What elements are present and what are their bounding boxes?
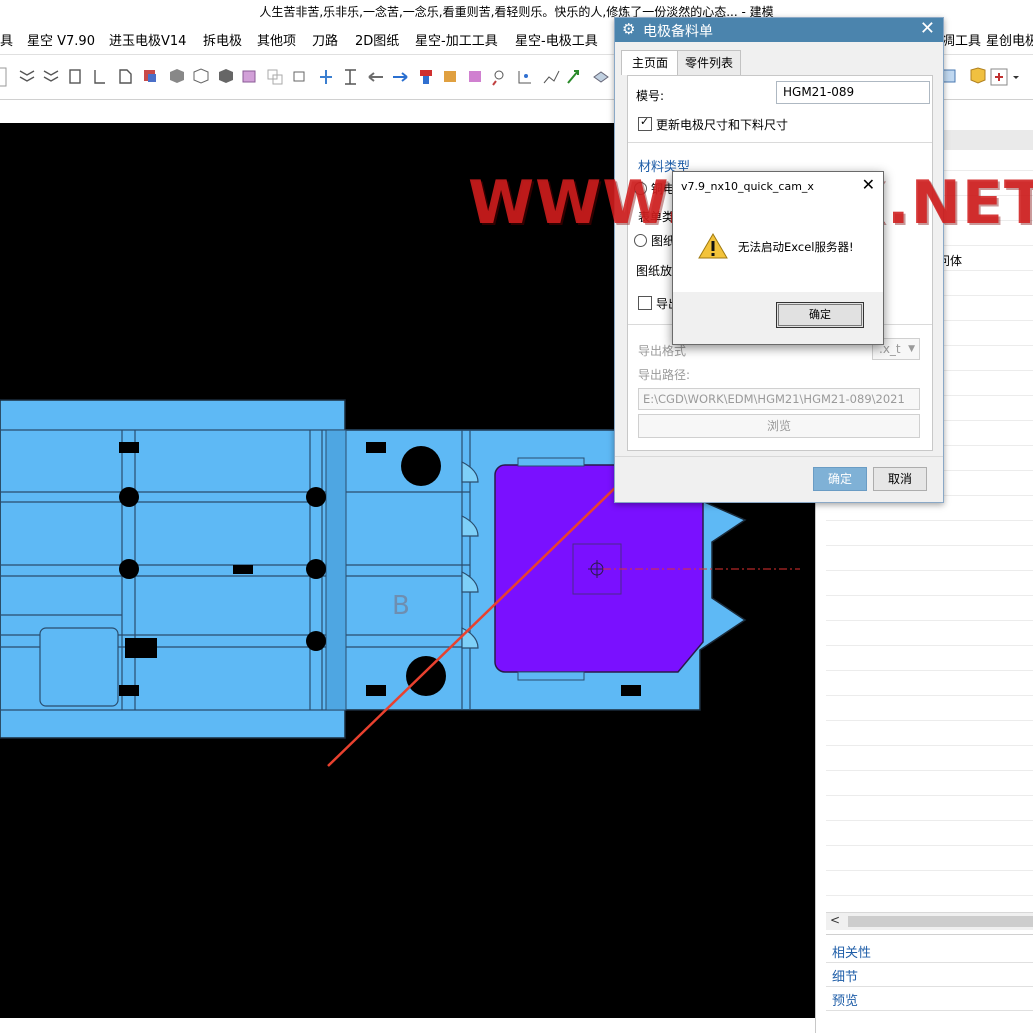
navigator-row[interactable]	[826, 500, 1033, 521]
navigator-row[interactable]	[826, 775, 1033, 796]
navigator-row[interactable]	[826, 600, 1033, 621]
menu-item-tools-right[interactable]: 凋工具	[942, 30, 981, 49]
menu-item-xingkong-v790[interactable]: 星空 V7.90	[27, 30, 95, 49]
navigator-row[interactable]	[826, 550, 1033, 571]
update-size-checkbox[interactable]: ✓	[638, 115, 652, 131]
form-type-section: 表单类	[638, 210, 675, 224]
dialog-cancel-button[interactable]: 取消	[873, 467, 927, 491]
toolbar-icons-right[interactable]	[933, 55, 1033, 99]
alert-ok-button[interactable]: 确定	[776, 302, 864, 328]
menu-item-split-electrode[interactable]: 拆电极	[203, 30, 242, 49]
panel-link-details[interactable]: 细节	[832, 966, 858, 985]
close-icon[interactable]: ✕	[920, 18, 935, 39]
alert-title: v7.9_nx10_quick_cam_x	[681, 180, 814, 193]
update-size-checkbox-label: 更新电极尺寸和下料尺寸	[656, 118, 789, 132]
checkmark-icon: ✓	[640, 115, 650, 128]
menu-item-2d-drawing[interactable]: 2D图纸	[355, 30, 399, 49]
navigator-row[interactable]	[826, 525, 1033, 546]
alert-message: 无法启动Excel服务器!	[738, 240, 854, 254]
part-letter-label: B	[392, 591, 410, 621]
chevron-down-icon: ▼	[908, 344, 915, 354]
mold-number-field[interactable]: HGM21-089	[776, 81, 930, 104]
panel-link-preview[interactable]: 预览	[832, 990, 858, 1009]
scroll-thumb[interactable]	[848, 916, 1033, 927]
menu-item-machining-tools[interactable]: 星空-加工工具	[415, 30, 498, 49]
scroll-left-arrow[interactable]: <	[830, 913, 840, 927]
navigator-row[interactable]	[826, 725, 1033, 746]
alert-close-icon[interactable]: ✕	[862, 175, 875, 194]
navigator-row[interactable]	[826, 650, 1033, 671]
dialog-title-bar[interactable]: ⚙ 电极备料单 ✕	[615, 18, 943, 42]
navigator-row[interactable]	[826, 800, 1033, 821]
horizontal-scrollbar[interactable]: <	[826, 912, 1033, 930]
menu-item-other[interactable]: 其他项	[257, 30, 296, 49]
menu-item-tools[interactable]: 具	[0, 30, 13, 49]
navigator-row[interactable]	[826, 875, 1033, 896]
export-checkbox[interactable]	[638, 296, 652, 310]
dialog-ok-button[interactable]: 确定	[813, 467, 867, 491]
navigator-row[interactable]	[826, 750, 1033, 771]
navigator-row[interactable]	[826, 700, 1033, 721]
gear-icon: ⚙	[622, 20, 636, 38]
browse-button[interactable]: 浏览	[638, 414, 920, 438]
navigator-row[interactable]	[826, 575, 1033, 596]
copper-radio[interactable]	[634, 182, 647, 195]
navigator-row[interactable]	[826, 850, 1033, 871]
export-path-label: 导出路径:	[638, 368, 691, 382]
menu-item-toolpath[interactable]: 刀路	[312, 30, 338, 49]
tab-main-page[interactable]: 主页面	[621, 50, 679, 75]
toolbar-icons-left[interactable]	[0, 55, 615, 99]
dialog-title: 电极备料单	[643, 24, 713, 40]
navigator-row[interactable]	[826, 625, 1033, 646]
menu-item-electrode-tools[interactable]: 星空-电极工具	[515, 30, 598, 49]
drawing-scale-label: 图纸放	[636, 264, 673, 278]
alert-footer: 确定	[673, 292, 883, 344]
drawing-radio[interactable]	[634, 234, 647, 247]
warning-icon	[698, 233, 728, 259]
panel-link-dependencies[interactable]: 相关性	[832, 942, 871, 961]
menu-item-jinyu-electrode[interactable]: 进玉电极V14	[109, 30, 186, 49]
tab-parts-list[interactable]: 零件列表	[677, 50, 741, 75]
excel-error-alert: v7.9_nx10_quick_cam_x ✕ 无法启动Excel服务器! 确定	[672, 171, 884, 345]
navigator-row[interactable]	[826, 675, 1033, 696]
menu-item-xingchuang[interactable]: 星创电极	[986, 30, 1033, 49]
export-path-field[interactable]: E:\CGD\WORK\EDM\HGM21\HGM21-089\2021	[638, 388, 920, 410]
mold-number-label: 模号:	[636, 89, 665, 103]
navigator-row[interactable]	[826, 825, 1033, 846]
